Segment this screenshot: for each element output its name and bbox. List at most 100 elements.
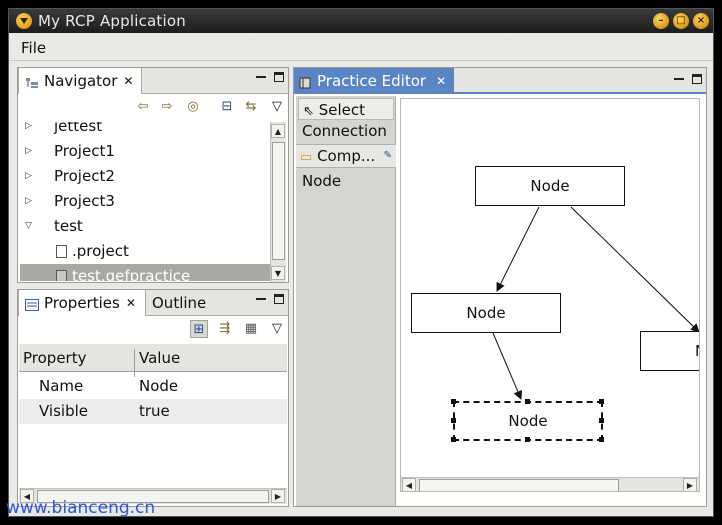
minimize-view-icon[interactable] [256, 72, 266, 82]
connection-line[interactable] [492, 332, 523, 400]
diagram-node[interactable]: Node [411, 293, 561, 333]
navigator-view: Navigator ✕ ⇦ ⇨ ◎ ⊟ ⇆ ▽ ▷ jettest ▷ Proj… [17, 67, 289, 283]
palette: ⇖ Select Connection ▭ Comp... ✎ Node [296, 96, 396, 506]
menu-file[interactable]: File [21, 39, 46, 57]
palette-connection-tool[interactable]: Connection [298, 120, 394, 142]
cursor-icon: ⇖ [303, 104, 314, 119]
maximize-view-icon[interactable] [274, 294, 284, 304]
resize-handle[interactable] [451, 399, 456, 404]
diagram-node[interactable]: N [640, 331, 699, 371]
window-menu-icon[interactable] [16, 13, 32, 29]
collapse-all-icon[interactable]: ⊟ [218, 98, 236, 116]
palette-node-tool[interactable]: Node [298, 170, 394, 192]
close-icon[interactable]: ✕ [123, 74, 133, 88]
watermark: www.bianceng.cn [6, 498, 156, 518]
navigator-view-controls [256, 72, 284, 82]
close-icon[interactable]: ✕ [436, 74, 446, 88]
scroll-left-icon[interactable]: ◀ [402, 478, 416, 491]
editor-tab-label: Practice Editor [317, 72, 427, 90]
menu-bar: File [9, 35, 713, 61]
go-into-icon[interactable]: ◎ [184, 98, 202, 116]
tab-practice-editor[interactable]: Practice Editor ✕ [294, 68, 454, 94]
diagram-canvas[interactable]: Node Node Node N ◀ ▶ [400, 98, 700, 492]
scroll-thumb[interactable] [419, 479, 619, 491]
editor-view-controls [674, 74, 702, 84]
resize-handle[interactable] [451, 418, 456, 423]
palette-select-tool[interactable]: ⇖ Select [298, 98, 394, 120]
minimize-view-icon[interactable] [256, 294, 266, 304]
connection-line[interactable] [496, 206, 540, 292]
file-icon [56, 245, 67, 258]
tab-properties-label: Properties [44, 294, 120, 312]
canvas-hscrollbar[interactable]: ◀ ▶ [401, 477, 699, 491]
close-icon[interactable]: ✕ [126, 296, 136, 310]
scroll-right-icon[interactable]: ▶ [683, 478, 697, 491]
resize-handle[interactable] [599, 418, 604, 423]
filter-icon[interactable]: ⇶ [216, 320, 234, 338]
tree-item[interactable]: ▷ Project3 [20, 189, 270, 214]
table-row[interactable]: Name Node [19, 374, 287, 399]
folder-icon: ▭ [300, 150, 313, 165]
minimize-view-icon[interactable] [674, 74, 684, 84]
tree-item[interactable]: test.gefpractice [20, 264, 270, 281]
close-icon[interactable]: × [693, 13, 709, 29]
tab-outline[interactable]: Outline [146, 290, 212, 316]
view-menu-icon[interactable]: ▽ [268, 320, 286, 338]
resize-handle[interactable] [525, 437, 530, 442]
tree-item[interactable]: ▽ test [20, 214, 270, 239]
table-header: Property Value [19, 344, 287, 377]
scroll-up-icon[interactable]: ▲ [271, 124, 285, 138]
diagram-node-selected[interactable]: Node [453, 401, 603, 441]
app-window: My RCP Application – □ × File Navigator … [8, 8, 714, 517]
resize-handle[interactable] [451, 437, 456, 442]
back-arrow-icon[interactable]: ⇦ [134, 98, 152, 116]
maximize-icon[interactable]: □ [673, 13, 689, 29]
column-header-value[interactable]: Value [139, 349, 180, 367]
maximize-view-icon[interactable] [274, 72, 284, 82]
properties-toolbar: ⊞ ⇶ ▦ ▽ [18, 316, 288, 342]
link-editor-icon[interactable]: ⇆ [242, 98, 260, 116]
properties-view: Properties ✕ Outline ⊞ ⇶ ▦ ▽ Property Va… [17, 289, 289, 507]
palette-drawer[interactable]: ▭ Comp... ✎ [296, 144, 396, 168]
tab-outline-label: Outline [152, 294, 207, 312]
tree-item[interactable]: ▷ Project2 [20, 164, 270, 189]
resize-handle[interactable] [599, 437, 604, 442]
defaults-icon[interactable]: ▦ [242, 320, 260, 338]
properties-view-controls [256, 294, 284, 304]
diagram-node[interactable]: Node [475, 166, 625, 206]
forward-arrow-icon[interactable]: ⇨ [158, 98, 176, 116]
minimize-icon[interactable]: – [653, 13, 669, 29]
tree-item[interactable]: ▷ Project1 [20, 139, 270, 164]
expand-icon[interactable]: ▷ [25, 122, 35, 139]
resize-handle[interactable] [525, 399, 530, 404]
navigator-vscrollbar[interactable]: ▲ ▼ [270, 122, 286, 282]
pin-icon[interactable]: ✎ [384, 145, 392, 167]
practice-editor: Practice Editor ✕ ⇖ Select Connection ▭ … [293, 67, 707, 507]
connection-line[interactable] [570, 206, 699, 333]
window-title: My RCP Application [38, 12, 186, 30]
scroll-down-icon[interactable]: ▼ [271, 266, 285, 280]
title-bar[interactable]: My RCP Application – □ × [9, 9, 713, 33]
expand-icon[interactable]: ▷ [25, 189, 35, 214]
navigator-tabbar: Navigator ✕ [18, 68, 288, 94]
tab-navigator[interactable]: Navigator ✕ [18, 68, 142, 94]
expand-icon[interactable]: ▷ [25, 164, 35, 189]
column-header-property[interactable]: Property [23, 349, 86, 367]
table-row[interactable]: Visible true [19, 399, 287, 424]
column-divider[interactable] [134, 349, 135, 377]
properties-icon [25, 297, 39, 311]
maximize-view-icon[interactable] [692, 74, 702, 84]
navigator-icon [25, 75, 39, 88]
tab-properties[interactable]: Properties ✕ [18, 290, 146, 316]
scroll-thumb[interactable] [272, 142, 285, 260]
editor-tabbar: Practice Editor ✕ [294, 68, 706, 94]
categories-icon[interactable]: ⊞ [190, 320, 208, 338]
collapse-icon[interactable]: ▽ [25, 214, 35, 239]
scroll-right-icon[interactable]: ▶ [271, 489, 285, 503]
tree-item[interactable]: ▷ jettest [20, 122, 270, 139]
resize-handle[interactable] [599, 399, 604, 404]
navigator-tree: ▷ jettest ▷ Project1 ▷ Project2 ▷ Projec… [20, 122, 270, 281]
expand-icon[interactable]: ▷ [25, 139, 35, 164]
view-menu-icon[interactable]: ▽ [268, 98, 286, 116]
tree-item[interactable]: .project [20, 239, 270, 264]
